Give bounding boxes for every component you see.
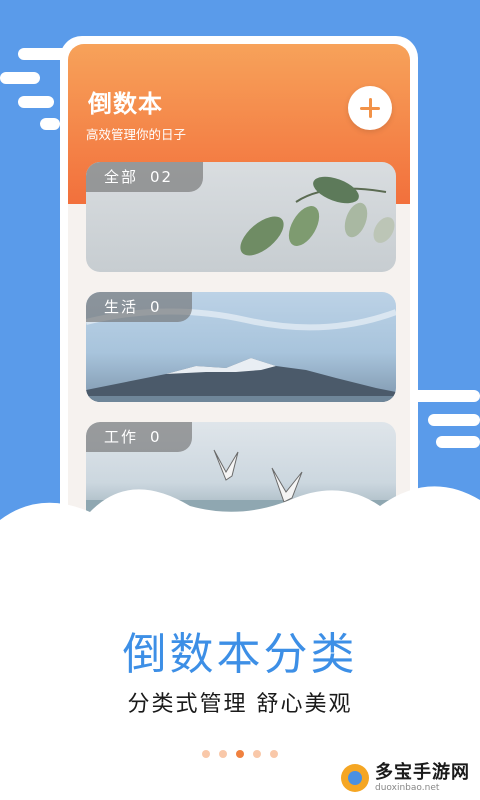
page-dot[interactable] — [219, 750, 227, 758]
page-dot[interactable] — [270, 750, 278, 758]
watermark-url: duoxinbao.net — [375, 782, 440, 793]
page-dot[interactable] — [202, 750, 210, 758]
watermark-name: 多宝手游网 — [375, 761, 470, 783]
page-dot-active[interactable] — [236, 750, 244, 758]
watermark: 多宝手游网 duoxinbao.net — [341, 760, 470, 796]
watermark-logo-icon — [341, 764, 369, 792]
pagination-dots — [0, 750, 480, 758]
page-dot[interactable] — [253, 750, 261, 758]
caption-title: 倒数本分类 — [122, 629, 358, 680]
caption-subtitle: 分类式管理 舒心美观 — [127, 692, 353, 717]
